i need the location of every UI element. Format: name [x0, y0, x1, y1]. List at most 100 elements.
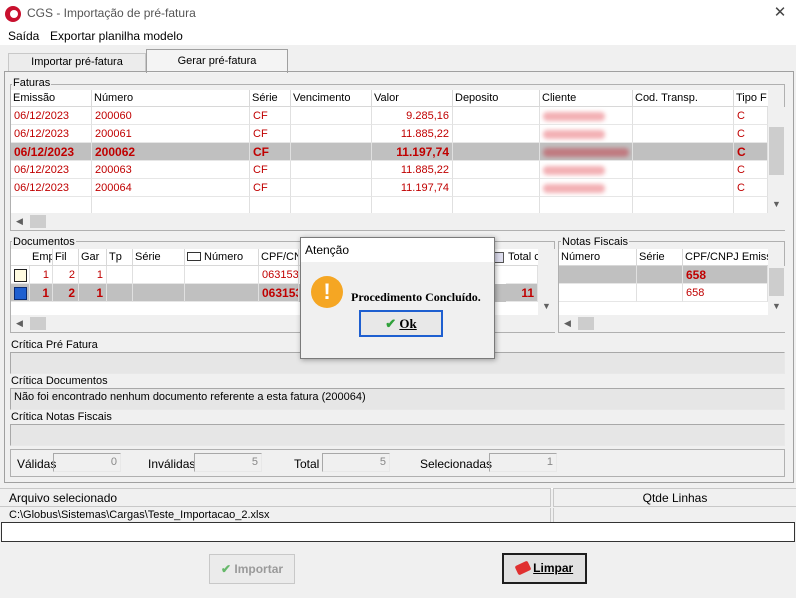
cell-serie [637, 284, 683, 302]
col-valor[interactable]: Valor [372, 90, 453, 107]
table-row[interactable]: 06/12/2023 200064 CF 11.197,74 C [11, 179, 768, 197]
col-numero[interactable]: Número [185, 249, 259, 266]
col-cod-transp[interactable]: Cod. Transp. [633, 90, 734, 107]
cell-tp [107, 266, 133, 284]
file-path-input[interactable] [1, 522, 795, 542]
documentos-vscroll[interactable]: ▼ [538, 249, 555, 315]
cell-serie [133, 266, 185, 284]
cell-numero: 200061 [92, 125, 250, 143]
cell-gar: 1 [79, 266, 107, 284]
col-emp[interactable]: Emp [30, 249, 53, 266]
cell-deposito [453, 107, 540, 125]
cell-cliente-redacted [540, 143, 633, 161]
scroll-left-icon[interactable]: ◀ [11, 315, 28, 332]
validas-field: 0 [53, 453, 121, 472]
scroll-left-icon[interactable]: ◀ [559, 315, 576, 332]
notas-hscroll[interactable]: ◀ [559, 315, 785, 332]
scroll-thumb[interactable] [578, 317, 594, 330]
invalidas-label: Inválidas [148, 457, 196, 471]
menu-saida[interactable]: Saída [8, 27, 39, 45]
table-row[interactable]: 06/12/2023 200063 CF 11.885,22 C [11, 161, 768, 179]
counters-row: Válidas 0 Inválidas 5 Total 5 Selecionad… [10, 453, 785, 473]
col-serie[interactable]: Série [133, 249, 185, 266]
limpar-button[interactable]: Limpar [502, 553, 587, 584]
cell-valor: 11.885,22 [372, 125, 453, 143]
cell-cliente-redacted [540, 125, 633, 143]
col-cpf[interactable]: CPF/CN [259, 249, 299, 266]
col-fil[interactable]: Fil [53, 249, 79, 266]
cell-valor: 11.197,74 [372, 143, 453, 161]
cell-emp: 1 [30, 266, 53, 284]
row-checkbox[interactable] [14, 287, 27, 300]
tab-bar: Importar pré-fatura Gerar pré-fatura [0, 45, 796, 73]
cell-cliente-redacted [540, 107, 633, 125]
scroll-thumb[interactable] [769, 268, 784, 296]
selecionadas-field: 1 [489, 453, 557, 472]
table-row[interactable]: 06/12/2023 200060 CF 9.285,16 C [11, 107, 768, 125]
faturas-vscroll[interactable]: ▼ [768, 107, 785, 213]
total-label: Total [294, 457, 320, 471]
title-bar: CGS - Importação de pré-fatura ✕ [0, 0, 796, 27]
cgs-logo-icon [5, 6, 21, 22]
ok-button[interactable]: ✔ Ok [359, 310, 443, 337]
col-deposito[interactable]: Deposito [453, 90, 540, 107]
menu-bar: Saída Exportar planilha modelo [0, 27, 796, 45]
scroll-down-icon[interactable]: ▼ [538, 298, 555, 315]
invalidas-field: 5 [194, 453, 262, 472]
cell-emissao: 06/12/2023 [11, 125, 92, 143]
cell-emissao: 06/12/2023 [11, 179, 92, 197]
scroll-left-icon[interactable]: ◀ [11, 213, 28, 230]
cell-cpf-cnpj: 658 [683, 284, 768, 302]
scroll-down-icon[interactable]: ▼ [768, 298, 785, 315]
faturas-hscroll[interactable]: ◀ [11, 213, 785, 230]
cell-serie: CF [250, 125, 291, 143]
cell-cod-transp [633, 179, 734, 197]
col-numero[interactable]: Número [559, 249, 637, 266]
tab-gerar-pre-fatura[interactable]: Gerar pré-fatura [146, 49, 288, 73]
cell-total [506, 266, 538, 284]
col-emissao[interactable]: Emissão [11, 90, 92, 107]
table-row-selected[interactable]: 658 [559, 266, 768, 284]
col-serie[interactable]: Série [250, 90, 291, 107]
cell-deposito [453, 125, 540, 143]
cell-valor: 11.197,74 [372, 179, 453, 197]
cell-cpf: 063153 [259, 284, 299, 302]
table-row[interactable]: 06/12/2023 200061 CF 11.885,22 C [11, 125, 768, 143]
importar-label: Importar [234, 562, 284, 576]
cell-serie: CF [250, 161, 291, 179]
cell-check[interactable] [11, 266, 30, 284]
cell-valor: 11.885,22 [372, 161, 453, 179]
col-tp[interactable]: Tp [107, 249, 133, 266]
tab-importar-pre-fatura[interactable]: Importar pré-fatura [8, 53, 146, 72]
cell-deposito [453, 179, 540, 197]
cell-emp: 1 [30, 284, 53, 302]
cell-numero: 200060 [92, 107, 250, 125]
importar-button[interactable]: ✔ Importar [209, 554, 295, 584]
scroll-thumb[interactable] [30, 317, 46, 330]
faturas-title: Faturas [12, 77, 52, 89]
faturas-grid: 06/12/2023 200060 CF 9.285,16 C 06/12/20… [11, 107, 768, 215]
table-row[interactable]: 658 [559, 284, 768, 302]
menu-exportar-planilha[interactable]: Exportar planilha modelo [50, 27, 183, 45]
col-serie[interactable]: Série [637, 249, 683, 266]
col-numero[interactable]: Número [92, 90, 250, 107]
col-vencimento[interactable]: Vencimento [291, 90, 372, 107]
scroll-thumb[interactable] [769, 127, 784, 175]
cell-check[interactable] [11, 284, 30, 302]
cell-serie: CF [250, 143, 291, 161]
cell-vencimento [291, 179, 372, 197]
scroll-down-icon[interactable]: ▼ [768, 196, 785, 213]
cell-tp [107, 284, 133, 302]
col-cliente[interactable]: Cliente [540, 90, 633, 107]
col-gar[interactable]: Gar [79, 249, 107, 266]
scroll-thumb[interactable] [30, 215, 46, 228]
close-button[interactable]: ✕ [768, 3, 792, 23]
table-row-selected[interactable]: 06/12/2023 200062 CF 11.197,74 C [11, 143, 768, 161]
col-cpf-cnpj[interactable]: CPF/CNPJ Emiss [683, 249, 768, 266]
notas-vscroll[interactable]: ▼ [768, 266, 785, 315]
col-total[interactable]: Total c [506, 249, 538, 266]
cell-vencimento [291, 143, 372, 161]
col-tipo[interactable]: Tipo F [734, 90, 768, 107]
row-checkbox[interactable] [14, 269, 27, 282]
selecionadas-label: Selecionadas [420, 457, 493, 471]
